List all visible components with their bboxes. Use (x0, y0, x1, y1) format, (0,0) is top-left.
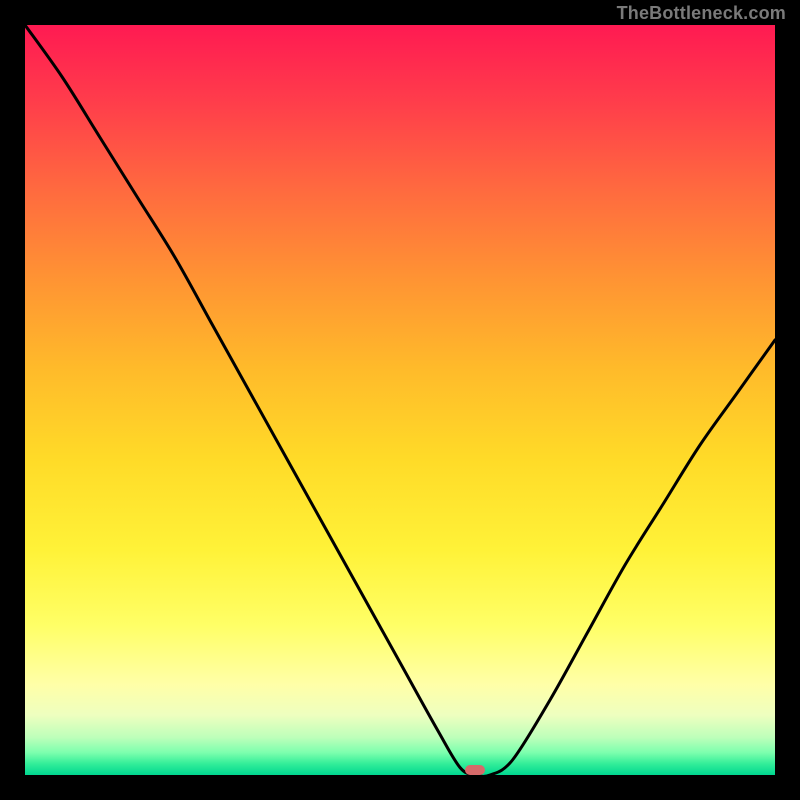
optimal-point-marker (465, 765, 485, 775)
watermark-text: TheBottleneck.com (617, 3, 786, 24)
chart-frame: TheBottleneck.com (0, 0, 800, 800)
plot-area (25, 25, 775, 775)
background-gradient (25, 25, 775, 775)
